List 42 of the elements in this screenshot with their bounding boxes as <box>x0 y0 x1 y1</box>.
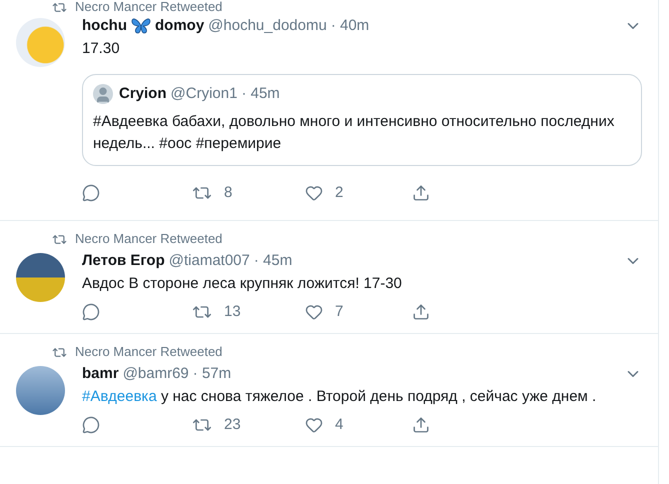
like-icon[interactable] <box>305 184 323 202</box>
retweet-icon <box>52 0 67 14</box>
display-name[interactable]: bamr <box>82 362 119 386</box>
reply-icon[interactable] <box>82 416 100 434</box>
retweet-count: 13 <box>224 302 241 322</box>
hashtag-link[interactable]: #Авдеевка <box>82 388 157 405</box>
tweet-text: Авдос В стороне леса крупняк ложится! 17-30 <box>82 274 403 294</box>
quote-text: #Авдеевка бабахи, довольно много и интенсивно относительно последних недель... #оос #перемирие <box>93 112 616 154</box>
retweet-count: 23 <box>224 414 241 435</box>
display-name[interactable]: Летов Егор <box>82 250 165 272</box>
reply-icon[interactable] <box>82 303 100 321</box>
avatar-photo-placeholder <box>16 366 65 415</box>
like-count: 7 <box>335 302 344 322</box>
avatar-photo-placeholder <box>16 18 65 67</box>
retweet-count: 8 <box>224 182 232 203</box>
user-handle[interactable]: @hochu_dodomu <box>208 14 327 38</box>
like-count: 2 <box>335 182 344 203</box>
like-count: 4 <box>335 414 344 435</box>
quoted-tweet-card[interactable]: Cryion @Cryion1 · 45m #Авдеевка бабахи, довольно много и интенсивно относительно последних недель... #оос #перемирие <box>82 74 642 166</box>
quote-time: · 45m <box>241 84 280 104</box>
retweeted-label: Necro Mancer Retweeted <box>75 343 222 362</box>
share-icon[interactable] <box>412 303 430 321</box>
retweeted-label: Necro Mancer Retweeted <box>75 0 222 14</box>
butterfly-icon <box>131 17 151 35</box>
display-name[interactable]: hochu domoy <box>82 14 204 38</box>
retweeted-label: Necro Mancer Retweeted <box>75 230 222 248</box>
tweet-time[interactable]: · 57m <box>192 362 232 386</box>
tweet-time[interactable]: · 40m <box>330 14 370 38</box>
reply-icon[interactable] <box>82 184 100 202</box>
share-icon[interactable] <box>412 184 430 202</box>
like-icon[interactable] <box>305 303 323 321</box>
quote-avatar-icon <box>93 84 113 104</box>
tweet-text: 17.30 <box>82 39 121 59</box>
avatar-photo-placeholder <box>16 253 65 302</box>
tweet-time[interactable]: · 45m <box>254 250 292 272</box>
quote-user-handle: @Cryion1 <box>170 84 238 104</box>
quote-display-name: Cryion <box>119 84 167 104</box>
user-handle[interactable]: @tiamat007 <box>168 250 250 272</box>
share-icon[interactable] <box>412 416 430 434</box>
like-icon[interactable] <box>305 416 323 434</box>
user-handle[interactable]: @bamr69 <box>122 362 189 386</box>
tweet-text: #Авдеевка у нас снова тяжелое . Второй день подряд , сейчас уже днем . <box>82 387 598 407</box>
